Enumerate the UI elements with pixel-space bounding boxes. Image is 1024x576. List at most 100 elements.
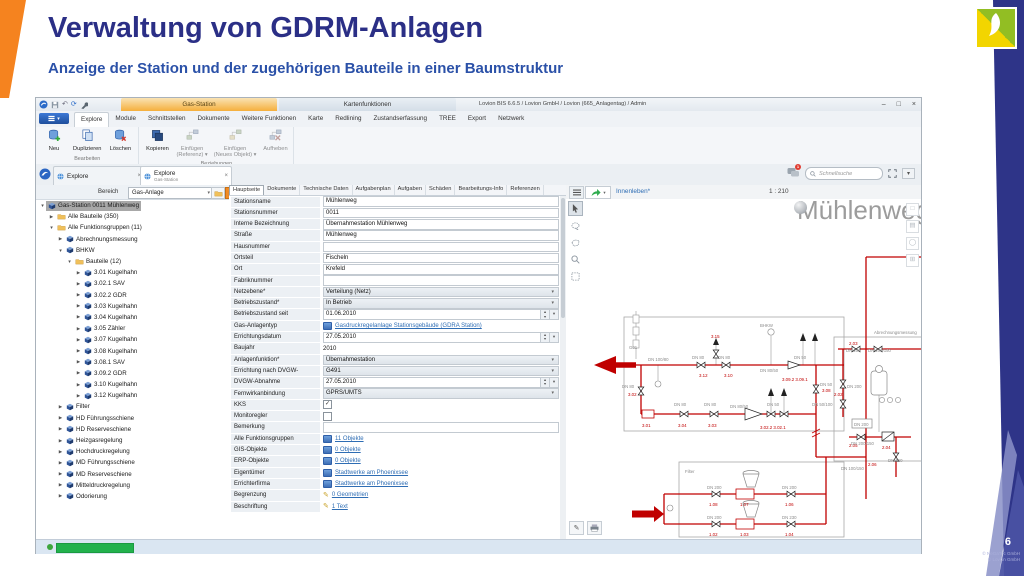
date-spinner[interactable]: ▲▼ xyxy=(541,309,550,320)
expander-icon[interactable]: ▶ xyxy=(75,382,82,388)
grid-tool-icon[interactable]: ⊞ xyxy=(906,254,919,267)
select-input[interactable]: Verteilung (Netz)▾ xyxy=(323,287,559,298)
expander-icon[interactable]: ▶ xyxy=(57,426,64,432)
tree-item-alle-bauteile-350-[interactable]: ▶Alle Bauteile (350) xyxy=(36,211,229,222)
text-input[interactable] xyxy=(323,275,559,286)
expander-icon[interactable]: ▼ xyxy=(66,259,73,264)
tree-item-alle-funktionsgruppen-11-[interactable]: ▼Alle Funktionsgruppen (11) xyxy=(36,222,229,233)
lasso-tool[interactable] xyxy=(568,218,583,233)
ribbon-tab-redlining[interactable]: Redlining xyxy=(329,112,367,127)
expander-icon[interactable]: ▼ xyxy=(57,248,64,253)
object-link[interactable]: 0 Objekte xyxy=(335,447,361,453)
tree-item-3.04-kugelhahn[interactable]: ▶3.04 Kugelhahn xyxy=(36,312,229,323)
neu-button[interactable]: Neu xyxy=(39,128,69,153)
expander-icon[interactable]: ▶ xyxy=(57,460,64,466)
date-dropdown[interactable]: ▾ xyxy=(550,377,559,388)
ribbon-tab-karte[interactable]: Karte xyxy=(302,112,329,127)
app-icon[interactable] xyxy=(39,100,48,109)
expander-icon[interactable]: ▶ xyxy=(57,482,64,488)
close-icon[interactable]: × xyxy=(224,173,228,179)
expander-icon[interactable]: ▶ xyxy=(75,359,82,365)
ribbon-tab-schnittstellen[interactable]: Schnittstellen xyxy=(142,112,191,127)
fullscreen-icon[interactable] xyxy=(888,169,897,178)
expander-icon[interactable]: ▶ xyxy=(75,393,82,399)
date-dropdown[interactable]: ▾ xyxy=(550,332,559,343)
form-tab-hauptseite[interactable]: Hauptseite xyxy=(229,185,264,195)
frame-tool-icon[interactable]: □ xyxy=(906,203,919,216)
date-dropdown[interactable]: ▾ xyxy=(550,309,559,320)
tree-item-3.10-kugelhahn[interactable]: ▶3.10 Kugelhahn xyxy=(36,379,229,390)
save-icon[interactable] xyxy=(51,101,59,109)
maximize-button[interactable]: □ xyxy=(897,101,901,108)
tree-item-gas-station-0011-mühlenweg[interactable]: ▼Gas-Station 0011 Mühlenweg xyxy=(36,200,229,211)
form-tab-schäden[interactable]: Schäden xyxy=(426,185,455,195)
ribbon-tab-explore[interactable]: Explore xyxy=(74,112,109,127)
form-tab-bearbeitungs-info[interactable]: Bearbeitungs-Info xyxy=(455,185,507,195)
text-input[interactable]: Krefeld xyxy=(323,264,559,275)
view-name-label[interactable]: Innenleben* xyxy=(616,188,650,195)
view-select-button[interactable]: ▾ xyxy=(585,186,611,199)
duplizieren-button[interactable]: Duplizieren xyxy=(71,128,103,153)
expander-icon[interactable]: ▶ xyxy=(57,471,64,477)
expander-icon[interactable]: ▶ xyxy=(75,337,82,343)
context-tab-gas-station[interactable]: Gas-Station xyxy=(121,98,277,111)
expander-icon[interactable]: ▶ xyxy=(57,438,64,444)
ribbon-tab-module[interactable]: Module xyxy=(109,112,142,127)
folder-yellow-button[interactable] xyxy=(211,187,225,199)
tree-item-hochdruckregelung[interactable]: ▶Hochdruckregelung xyxy=(36,446,229,457)
tree-item-odorierung[interactable]: ▶Odorierung xyxy=(36,491,229,502)
tree-item-3.12-kugelhahn[interactable]: ▶3.12 Kugelhahn xyxy=(36,390,229,401)
tree-item-bauteile-12-[interactable]: ▼Bauteile (12) xyxy=(36,256,229,267)
tree-item-abrechnungsmessung[interactable]: ▶Abrechnungsmessung xyxy=(36,234,229,245)
form-tab-dokumente[interactable]: Dokumente xyxy=(264,185,300,195)
ribbon-tab-weitere-funktionen[interactable]: Weitere Funktionen xyxy=(236,112,303,127)
checkbox[interactable]: ✓ xyxy=(323,400,332,409)
object-link[interactable]: Gasdruckregelanlage Stationsgebäude (GDR… xyxy=(335,323,482,329)
checkbox[interactable] xyxy=(323,412,332,421)
refresh-icon[interactable]: ⟳ xyxy=(71,99,77,110)
text-input[interactable]: Mühlenweg xyxy=(323,196,559,207)
tree-item-bhkw[interactable]: ▼BHKW xyxy=(36,245,229,256)
kopieren-button[interactable]: Kopieren xyxy=(142,128,172,153)
form-tab-aufgaben[interactable]: Aufgaben xyxy=(395,185,426,195)
date-input[interactable]: 27.05.2010 xyxy=(323,377,541,388)
expander-icon[interactable]: ▶ xyxy=(57,404,64,410)
date-spinner[interactable]: ▲▼ xyxy=(541,332,550,343)
map-menu-button[interactable] xyxy=(569,186,584,199)
undo-icon[interactable]: ↶ xyxy=(62,99,68,110)
tree-item-3.07-kugelhahn[interactable]: ▶3.07 Kugelhahn xyxy=(36,334,229,345)
tree-item-hd-reserveschiene[interactable]: ▶HD Reserveschiene xyxy=(36,424,229,435)
panel-tab-explore[interactable]: Explore × xyxy=(53,166,145,185)
panel-tab-explore-gas-station[interactable]: ExploreGas-Station × xyxy=(140,166,232,185)
date-spinner[interactable]: ▲▼ xyxy=(541,377,550,388)
expander-icon[interactable]: ▶ xyxy=(57,236,64,242)
schnellsuche-input[interactable]: Schnellsuche xyxy=(805,167,883,180)
object-link[interactable]: 11 Objekte xyxy=(335,436,364,442)
application-menu-button[interactable]: ▾ xyxy=(39,113,69,124)
map-canvas[interactable]: Mühlenweg xyxy=(566,199,921,539)
select-input[interactable]: G491▾ xyxy=(323,366,559,377)
expander-icon[interactable]: ▶ xyxy=(75,348,82,354)
layers-tool-icon[interactable]: ▤ xyxy=(906,220,919,233)
expander-icon[interactable]: ▶ xyxy=(57,493,64,499)
form-tab-aufgabenplan[interactable]: Aufgabenplan xyxy=(353,185,395,195)
tree-item-3.08.1-sav[interactable]: ▶3.08.1 SAV xyxy=(36,357,229,368)
löschen-button[interactable]: Löschen xyxy=(105,128,135,153)
select-input[interactable]: In Betrieb▾ xyxy=(323,298,559,309)
date-input[interactable]: 01.06.2010 xyxy=(323,309,541,320)
text-input[interactable]: Mühlenweg xyxy=(323,230,559,241)
select-cursor-tool[interactable] xyxy=(568,201,583,216)
notifications-icon[interactable]: 1 xyxy=(787,167,800,180)
expander-icon[interactable]: ▶ xyxy=(57,449,64,455)
minimize-button[interactable]: – xyxy=(882,101,886,108)
expander-icon[interactable]: ▼ xyxy=(39,203,46,208)
object-link[interactable]: Stadtwerke am Phoenixsee xyxy=(335,481,408,487)
bereich-select[interactable]: Gas-Anlage▾ xyxy=(128,187,213,199)
close-button[interactable]: × xyxy=(912,101,916,108)
expander-icon[interactable]: ▶ xyxy=(57,415,64,421)
expander-icon[interactable]: ▶ xyxy=(75,270,82,276)
geometry-link[interactable]: 1 Text xyxy=(332,504,348,510)
polygon-select-tool[interactable] xyxy=(568,235,583,250)
tree-item-heizgasregelung[interactable]: ▶Heizgasregelung xyxy=(36,435,229,446)
text-input[interactable]: Fischeln xyxy=(323,253,559,264)
